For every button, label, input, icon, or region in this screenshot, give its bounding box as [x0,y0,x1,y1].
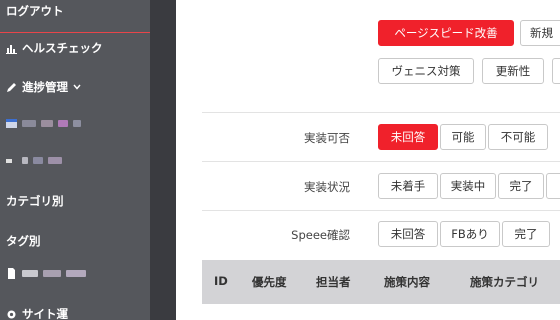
chevron-down-icon [73,84,81,90]
new-button[interactable]: 新規 [520,20,560,46]
dot-icon [6,159,12,163]
sidebar-item-tag[interactable]: タグ別 [6,233,41,249]
column-header-measure[interactable]: 施策内容 [384,274,430,290]
venice-button[interactable]: ヴェニス対策 [378,58,474,84]
speee-check-feedback-button[interactable]: FBあり [440,221,500,247]
sidebar-item-site[interactable]: サイト運 [6,306,68,320]
app-window: ログアウト ヘルスチェック 進捗管理 カテゴリ別 タグ別 サイト運 ページスピー… [0,0,560,320]
divider [202,210,560,211]
column-header-assignee[interactable]: 担当者 [316,274,351,290]
implement-status-in-progress-button[interactable]: 実装中 [440,173,496,199]
more-button[interactable] [552,58,560,84]
sidebar-item-category[interactable]: カテゴリ別 [6,193,64,209]
pencil-icon [7,82,16,92]
implement-status-done-button[interactable]: 完了 [498,173,544,199]
divider [202,161,560,162]
sidebar-item-blurred-1[interactable] [6,118,81,129]
sidebar-divider [0,32,150,33]
sidebar-item-label: ヘルスチェック [22,41,103,55]
divider [202,112,560,113]
speee-check-unanswered-button[interactable]: 未回答 [378,221,438,247]
sidebar-item-blurred-2[interactable] [6,155,62,166]
implement-possible-label: 実装可否 [304,131,350,145]
column-header-priority[interactable]: 優先度 [252,274,287,290]
sidebar-item-label: 進捗管理 [22,80,68,94]
sidebar-item-label: サイト運 [22,307,68,320]
sidebar-scrollbar-track[interactable] [150,0,176,320]
sidebar-item-health-check[interactable]: ヘルスチェック [6,40,103,56]
speee-check-label: Speee確認 [291,228,350,242]
sidebar-item-progress[interactable]: 進捗管理 [6,79,81,95]
sidebar-item-label: ログアウト [6,4,64,18]
main-content: ページスピード改善 新規 ヴェニス対策 更新性 実装可否 未回答 可能 不可能 … [176,0,560,320]
column-header-category[interactable]: 施策カテゴリ [470,274,539,290]
implement-possible-unanswered-button[interactable]: 未回答 [378,124,438,150]
sidebar-item-blurred-3[interactable] [6,268,86,279]
gear-icon [7,310,16,318]
implement-status-not-started-button[interactable]: 未着手 [378,173,438,199]
implement-status-label: 実装状況 [304,180,350,194]
bar-chart-icon [6,44,17,54]
freshness-button[interactable]: 更新性 [482,58,544,84]
sidebar-item-label: タグ別 [6,234,41,248]
column-header-id[interactable]: ID [214,274,228,288]
page-speed-button[interactable]: ページスピード改善 [378,20,514,46]
document-icon [8,268,15,279]
sidebar-item-label: カテゴリ別 [6,194,64,208]
sidebar-item-logout[interactable]: ログアウト [6,3,64,19]
implement-possible-no-button[interactable]: 不可能 [488,124,548,150]
sidebar: ログアウト ヘルスチェック 進捗管理 カテゴリ別 タグ別 サイト運 [0,0,150,320]
table-header: ID 優先度 担当者 施策内容 施策カテゴリ [202,260,560,304]
table-icon [6,119,17,128]
implement-possible-yes-button[interactable]: 可能 [440,124,486,150]
implement-status-more-button[interactable] [546,173,560,199]
speee-check-done-button[interactable]: 完了 [502,221,550,247]
